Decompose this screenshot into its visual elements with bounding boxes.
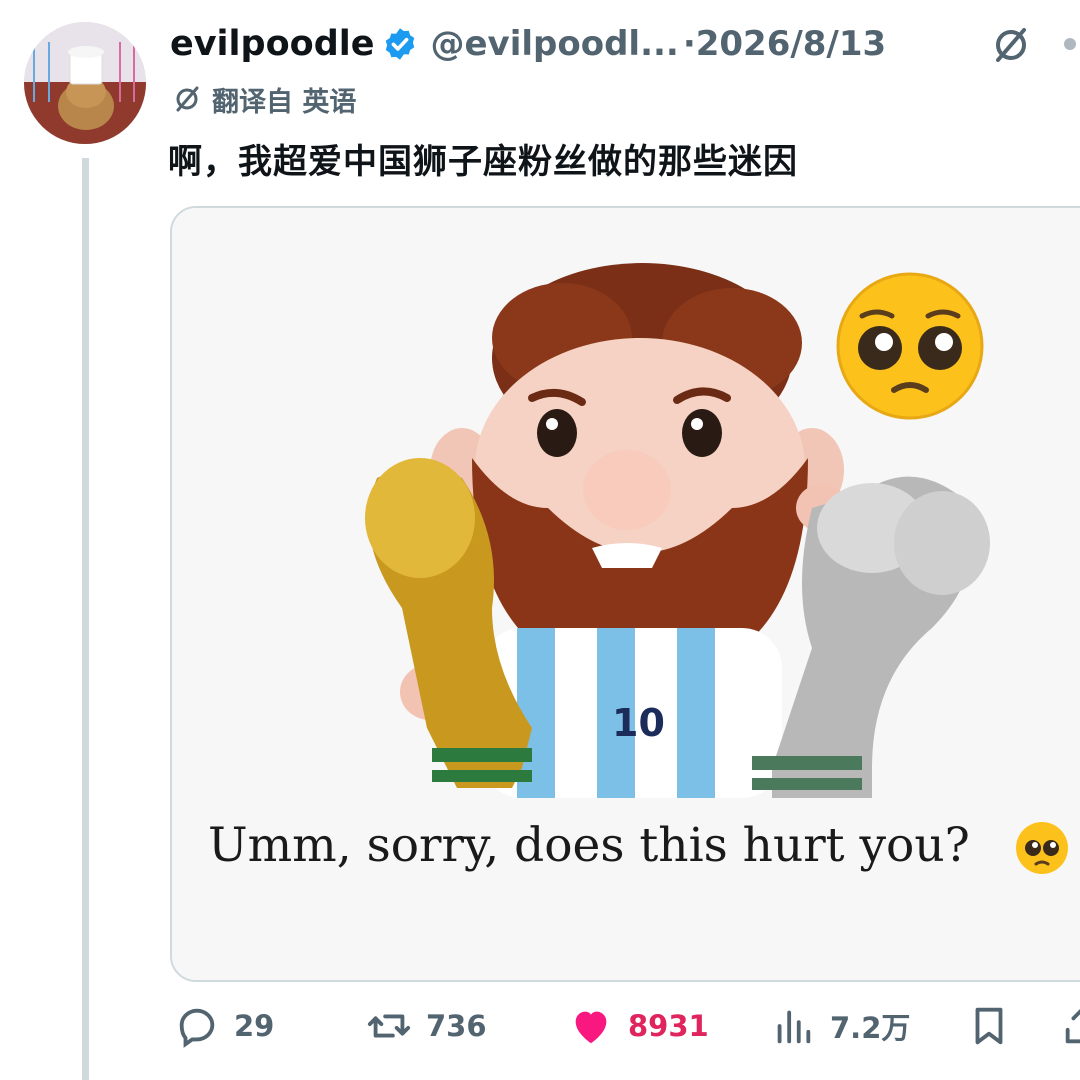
tweet-date[interactable]: ·2026/8/13 [683,24,886,64]
views-button[interactable]: 7.2万 [770,1000,910,1052]
translation-notice[interactable]: 翻译自 英语 [172,78,356,120]
avatar-image [24,22,146,144]
bookmark-icon [975,1007,1003,1045]
share-icon [1065,1009,1080,1044]
pleading-face-emoji [836,272,984,420]
more-options-icon[interactable] [1064,38,1076,50]
jersey-number: 10 [612,701,665,745]
retweet-button[interactable]: 736 [366,1000,487,1052]
retweet-icon [367,1014,411,1038]
meme-caption: Umm, sorry, does this hurt you? [208,818,970,873]
thread-line [82,158,89,1080]
heart-icon [575,1011,607,1044]
verified-badge-icon [382,26,418,62]
grok-icon[interactable] [990,24,1032,66]
pleading-face-emoji [1016,822,1068,874]
display-name[interactable]: evilpoodle [170,24,374,64]
user-handle[interactable]: @evilpoodl... [430,24,678,64]
bookmark-button[interactable] [966,1000,1026,1052]
retweet-count: 736 [426,1009,487,1043]
views-icon [777,1010,811,1044]
avatar[interactable] [24,22,146,144]
translation-label: 翻译自 英语 [212,86,357,118]
reply-count: 29 [234,1009,275,1043]
like-button[interactable]: 8931 [568,1000,709,1052]
tweet-media[interactable]: 10 Umm, sorry, does this hurt you? [170,206,1080,982]
grok-icon [176,86,199,112]
reply-button[interactable]: 29 [174,1000,274,1052]
view-count: 7.2万 [830,1011,911,1045]
tweet-text: 啊，我超爱中国狮子座粉丝做的那些迷因 [168,142,798,182]
like-count: 8931 [628,1009,709,1043]
tweet-actions: 29 736 8931 7.2万 [170,1000,1080,1052]
share-button[interactable] [1060,1000,1080,1052]
reply-icon [179,1008,215,1048]
tweet-header: evilpoodle @evilpoodl... ·2026/8/13 [170,18,1080,70]
